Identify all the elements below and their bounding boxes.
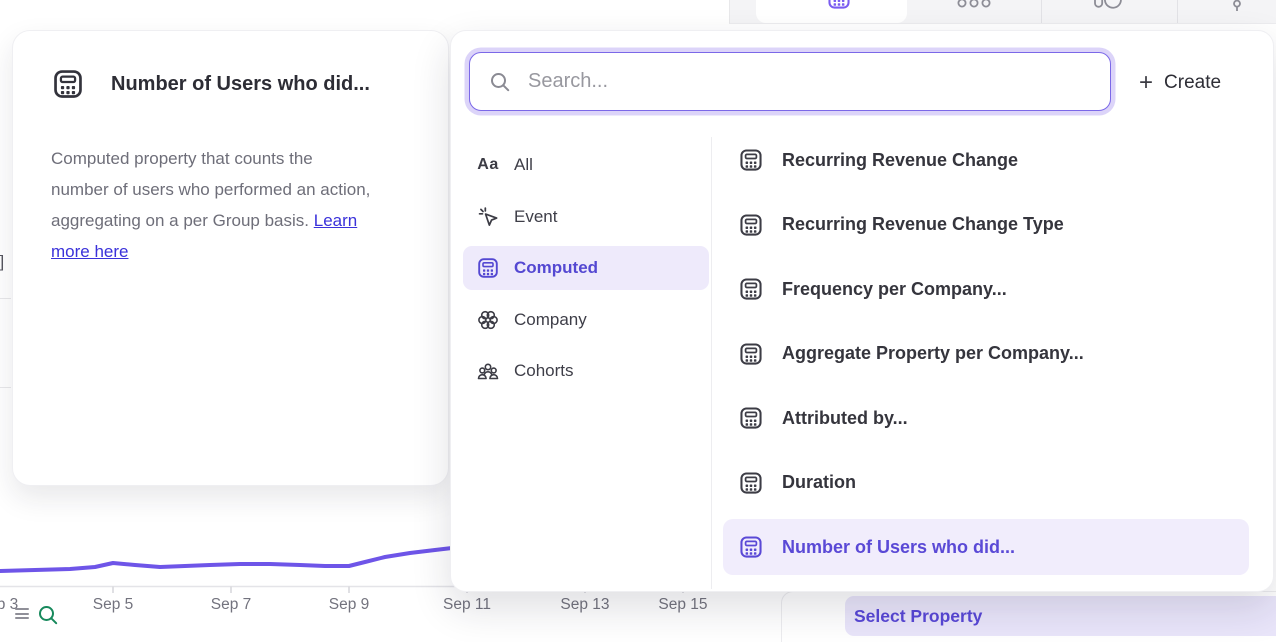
x-axis-label: Sep 5	[68, 596, 158, 614]
select-property-field[interactable]: Select Property	[845, 596, 1276, 636]
tab-separator	[1177, 0, 1178, 23]
x-axis-label: Sep 9	[304, 596, 394, 614]
category-all[interactable]: Aa All	[463, 143, 709, 187]
description-line: aggregating on a per Group basis.	[51, 211, 314, 230]
list-item-selected[interactable]: Number of Users who did...	[723, 519, 1249, 575]
refresh-clock-icon[interactable]	[1092, 0, 1122, 10]
property-list: Recurring Revenue Change Recurring Reven…	[723, 135, 1249, 590]
x-axis-label: Sep 7	[186, 596, 276, 614]
category-label: Computed	[514, 258, 598, 278]
list-item-label: Recurring Revenue Change Type	[782, 214, 1064, 235]
search-icon	[488, 70, 512, 94]
calculator-icon	[475, 256, 501, 280]
company-icon	[475, 308, 501, 332]
drag-handle-icon[interactable]	[15, 608, 29, 622]
learn-more-link[interactable]: Learn	[314, 211, 357, 230]
category-label: Company	[514, 310, 587, 330]
category-computed[interactable]: Computed	[463, 246, 709, 290]
category-company[interactable]: Company	[463, 298, 709, 342]
tab-computed-active[interactable]	[756, 0, 907, 23]
cohorts-icon	[475, 359, 501, 383]
list-item-label: Duration	[782, 472, 856, 493]
calculator-icon	[737, 470, 765, 496]
search-icon	[36, 603, 60, 627]
category-label: Event	[514, 207, 557, 227]
spark-cursor-icon	[475, 205, 501, 228]
calculator-icon	[737, 147, 765, 173]
property-tooltip-card: Number of Users who did... Computed prop…	[12, 30, 449, 486]
description-line: number of users who performed an action,	[51, 180, 370, 199]
category-label: Cohorts	[514, 361, 574, 381]
list-item[interactable]: Recurring Revenue Change	[723, 135, 1249, 185]
x-axis-label: Sep 13	[540, 596, 630, 614]
category-label: All	[514, 155, 533, 175]
tooltip-title: Number of Users who did...	[111, 73, 370, 96]
description-line: Computed property that counts the	[51, 149, 313, 168]
list-item[interactable]: Frequency per Company...	[723, 264, 1249, 314]
category-event[interactable]: Event	[463, 195, 709, 239]
clipped-text-fragment: y]	[0, 252, 4, 272]
learn-more-link[interactable]: more here	[51, 242, 128, 261]
metric-type-tabstrip	[729, 0, 1276, 24]
circles-icon[interactable]	[956, 0, 992, 9]
list-item-label: Attributed by...	[782, 408, 908, 429]
create-button-label: Create	[1164, 72, 1221, 94]
x-axis-label: Sep 11	[422, 596, 512, 614]
calculator-icon	[737, 212, 765, 238]
list-item[interactable]: Recurring Revenue Change Type	[723, 200, 1249, 250]
category-cohorts[interactable]: Cohorts	[463, 349, 709, 393]
list-item[interactable]: Duration	[723, 458, 1249, 508]
calculator-icon	[826, 0, 852, 11]
search-input[interactable]	[526, 69, 1096, 94]
tooltip-description: Computed property that counts the number…	[51, 143, 423, 267]
search-box	[469, 52, 1111, 111]
list-item-label: Recurring Revenue Change	[782, 150, 1018, 171]
list-item-label: Number of Users who did...	[782, 537, 1015, 558]
x-axis-label: Sep 15	[638, 596, 728, 614]
plus-icon: +	[1139, 71, 1153, 95]
category-column: Aa All Event Computed Company Cohorts	[463, 143, 709, 401]
calculator-icon	[737, 534, 765, 560]
tab-separator	[1041, 0, 1042, 23]
calculator-icon	[737, 405, 765, 431]
divider	[711, 137, 712, 589]
property-picker-panel: + Create Aa All Event Computed Company	[450, 30, 1274, 592]
app-canvas: Sep 3 Sep 5 Sep 7 Sep 9 Sep 11 Sep 13 Se…	[0, 0, 1276, 642]
list-item-label: Frequency per Company...	[782, 279, 1007, 300]
calculator-icon	[737, 276, 765, 302]
create-button[interactable]: + Create	[1133, 67, 1227, 99]
select-property-label: Select Property	[854, 606, 982, 627]
divider	[0, 387, 11, 388]
text-Aa-icon: Aa	[475, 156, 501, 174]
list-item[interactable]: Attributed by...	[723, 393, 1249, 443]
chart-line-series	[0, 548, 452, 571]
list-item[interactable]: Aggregate Property per Company...	[723, 329, 1249, 379]
flag-icon[interactable]	[1230, 0, 1244, 12]
calculator-icon	[51, 67, 85, 101]
divider	[0, 298, 11, 299]
list-item-label: Aggregate Property per Company...	[782, 343, 1084, 364]
calculator-icon	[737, 341, 765, 367]
